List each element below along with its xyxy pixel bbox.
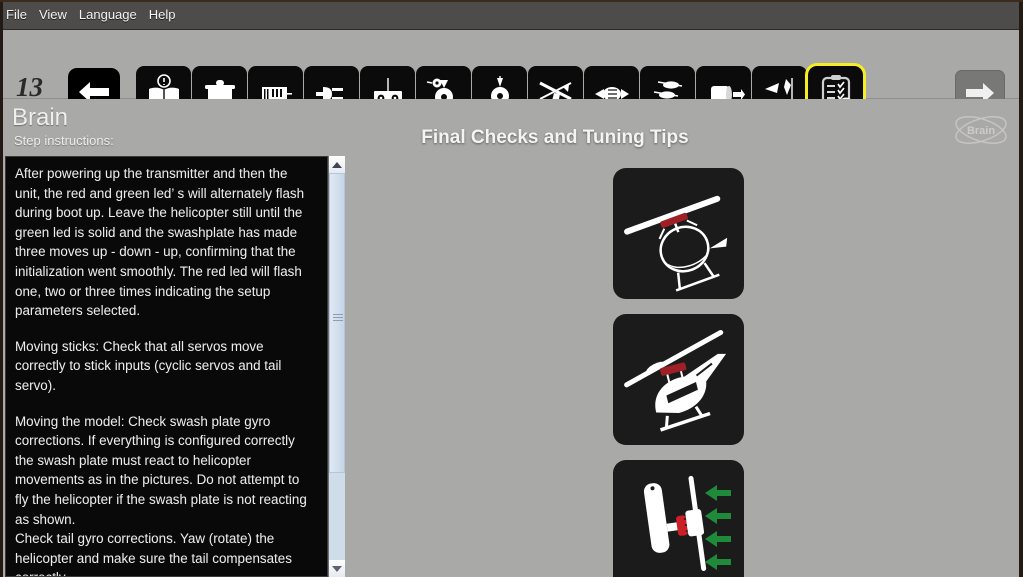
instructions-panel: After powering up the transmitter and th… [5,156,328,577]
step-number: 13 [16,72,43,102]
instruction-paragraph: Check tail gyro corrections. Yaw (rotate… [15,531,292,576]
brain-logo: Brain [949,104,1013,156]
menu-help[interactable]: Help [143,8,182,21]
scroll-down-button[interactable] [329,560,345,577]
menu-view[interactable]: View [33,8,73,21]
panel-title: Final Checks and Tuning Tips [421,127,689,148]
svg-text:Brain: Brain [967,125,995,137]
heli-pitch-side-view [613,314,744,445]
instruction-paragraph: After powering up the transmitter and th… [15,166,305,319]
heli-roll-front-view [613,168,744,299]
tail-rotor-yaw-view [613,460,744,577]
menu-file[interactable]: File [0,8,33,21]
application-window: File View Language Help 13 Brain Step in… [0,0,1023,577]
scroll-down-arrow-icon [332,565,342,572]
window-edge-left [0,0,3,577]
window-edge-right [1019,0,1023,577]
menu-language[interactable]: Language [73,8,143,21]
instruction-paragraph: Moving the model: Check swash plate gyro… [15,413,307,527]
toolbar: 13 [0,30,1023,122]
scrollbar-track[interactable] [329,173,345,560]
instructions-scrollbar[interactable] [328,156,345,577]
scroll-up-arrow-icon [332,161,342,168]
instructions-text: After powering up the transmitter and th… [6,157,327,576]
scrollbar-thumb[interactable] [329,173,345,473]
page-title: Brain [12,104,69,131]
content-area: After powering up the transmitter and th… [0,156,1023,577]
instruction-paragraph: Moving sticks: Check that all servos mov… [15,338,282,393]
scrollbar-grip [333,314,343,322]
illustration-column [613,168,744,577]
scroll-up-button[interactable] [329,156,345,173]
menu-bar: File View Language Help [0,0,1023,30]
step-instructions-label: Step instructions: [14,133,114,148]
window-edge-top [0,0,1023,2]
